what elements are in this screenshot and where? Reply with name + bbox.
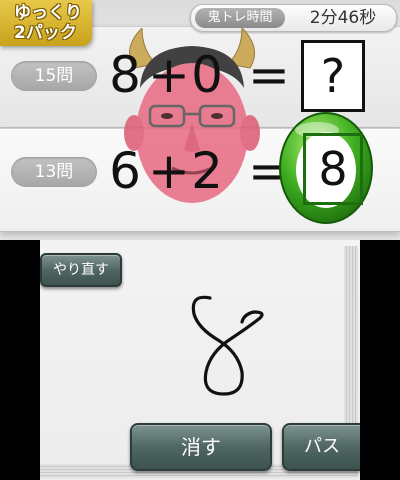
question-13-answer-box: 8 xyxy=(303,133,363,205)
timer-value: 2分46秒 xyxy=(309,8,377,28)
question-number-15: 15問 xyxy=(11,61,97,91)
pass-button[interactable]: パス xyxy=(282,423,360,471)
mode-badge: ゆっくり 2パック xyxy=(0,0,92,46)
top-screen: ゆっくり 2パック 鬼トレ時間 2分46秒 15問 8 + 0 = ? 13問 … xyxy=(0,0,400,240)
question-13-operand-b: 2 xyxy=(191,142,223,200)
question-13-operator: + xyxy=(148,142,190,200)
bottom-screen: やり直す 消す パス xyxy=(0,240,400,480)
timer-box: 鬼トレ時間 2分46秒 xyxy=(190,4,397,32)
question-number-13: 13問 xyxy=(11,157,97,187)
mode-label-line1: ゆっくり xyxy=(14,3,82,23)
question-15-equals: = xyxy=(248,46,290,104)
mode-label-line2: 2パック xyxy=(14,23,77,43)
redo-button[interactable]: やり直す xyxy=(40,253,122,287)
question-15-operand-b: 0 xyxy=(191,46,223,104)
question-13-operand-a: 6 xyxy=(109,142,141,200)
handwritten-eight xyxy=(191,295,264,396)
question-15-operand-a: 8 xyxy=(109,46,141,104)
question-15-operator: + xyxy=(148,46,190,104)
erase-button[interactable]: 消す xyxy=(130,423,272,471)
question-15-answer-box: ? xyxy=(301,40,365,112)
timer-label: 鬼トレ時間 xyxy=(195,8,285,28)
game-screen: ゆっくり 2パック 鬼トレ時間 2分46秒 15問 8 + 0 = ? 13問 … xyxy=(0,0,400,480)
